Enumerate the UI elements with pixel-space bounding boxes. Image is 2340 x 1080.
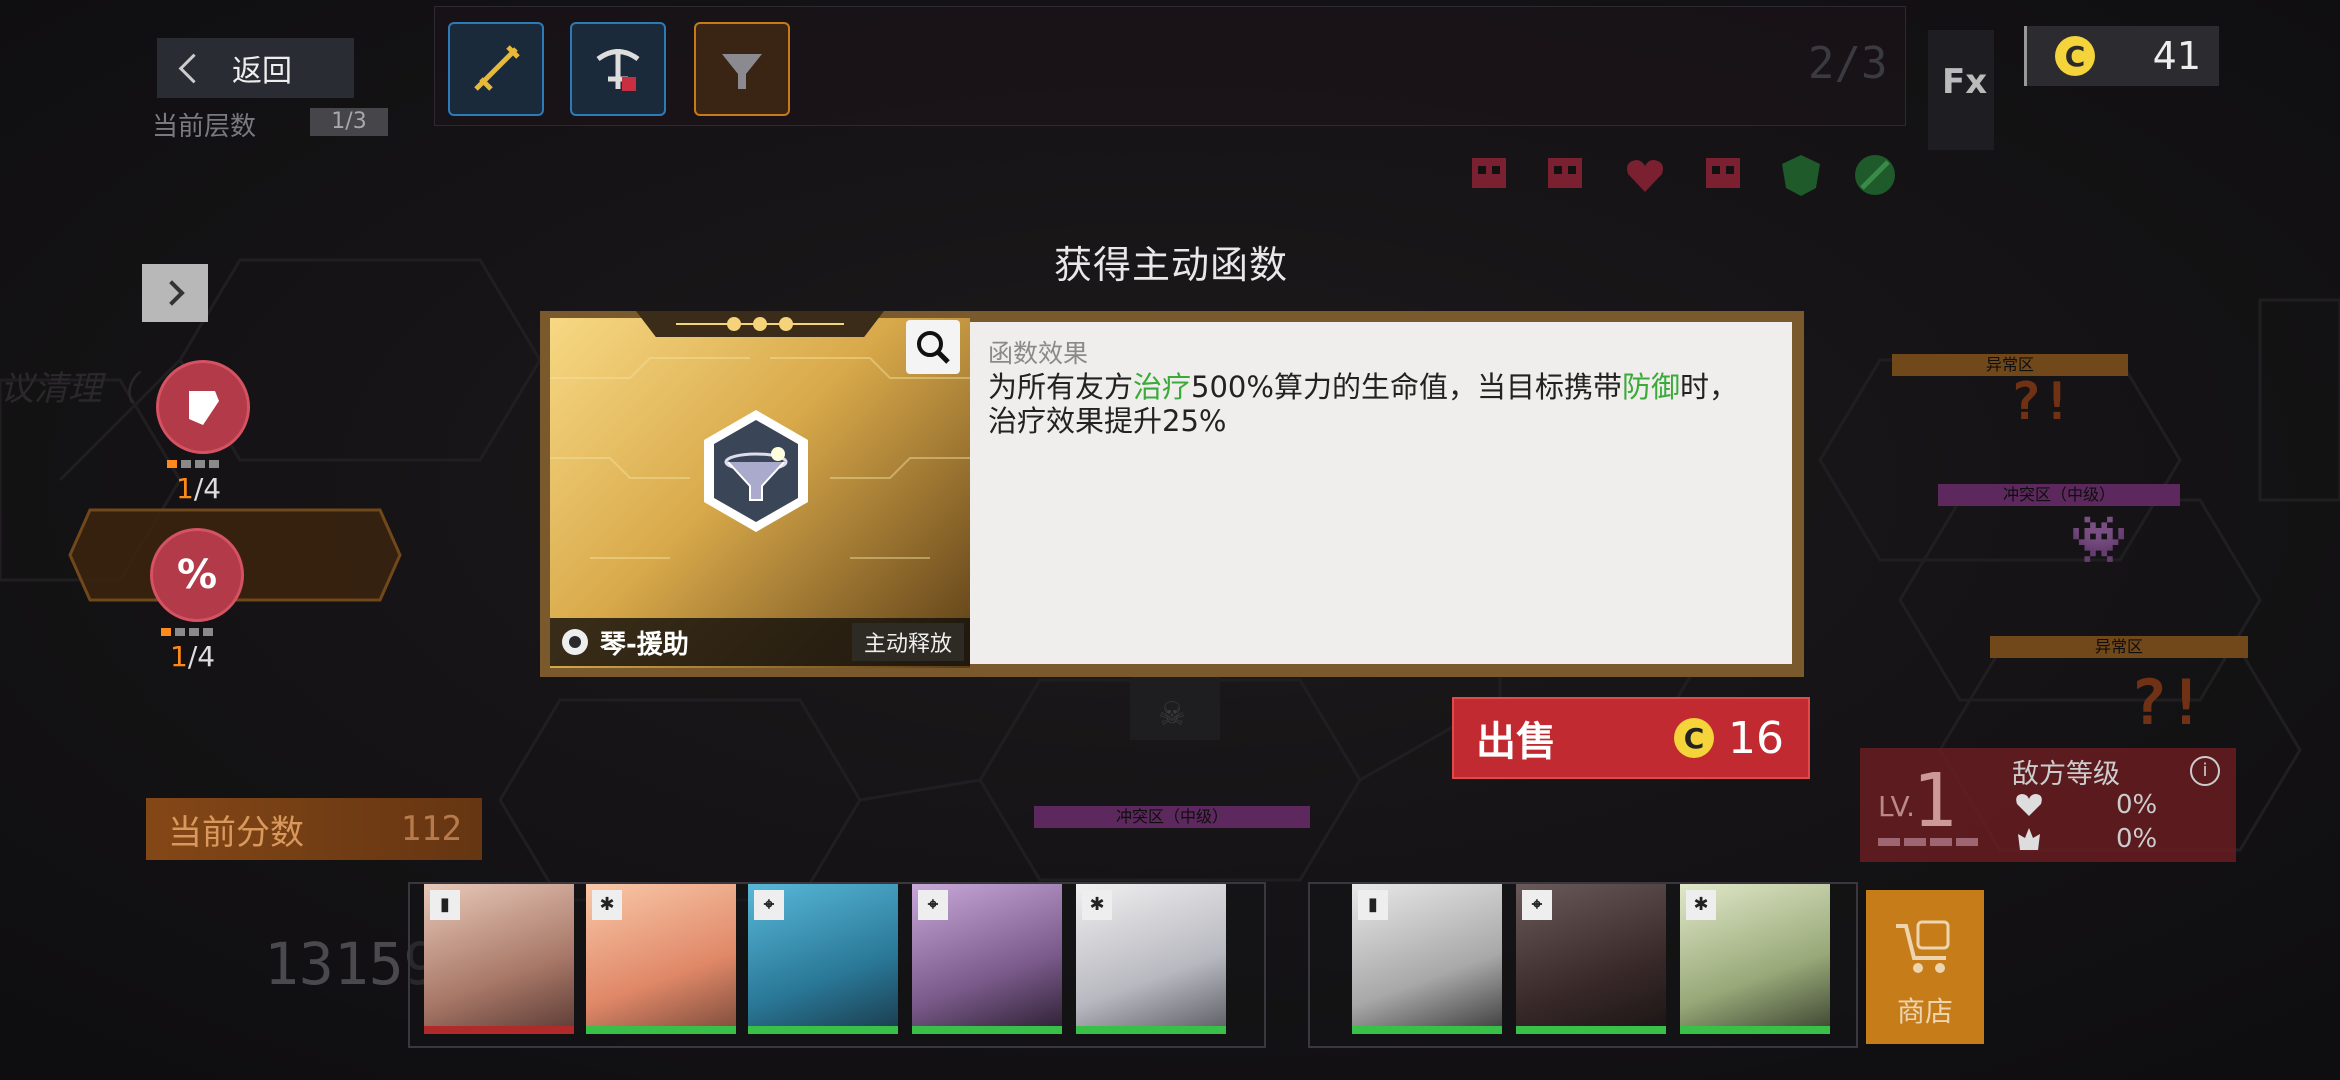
sniper-role-icon: ⌖	[754, 890, 784, 920]
hp-bar	[1680, 1026, 1830, 1034]
info-icon[interactable]: i	[2190, 756, 2220, 786]
expand-sidebar-button[interactable]	[142, 264, 208, 322]
inspect-button[interactable]	[906, 320, 960, 374]
team-member-4[interactable]: ⌖	[912, 884, 1062, 1034]
hp-bar	[912, 1026, 1062, 1034]
fx-label: Fx	[1942, 62, 1988, 102]
fx-button[interactable]: Fx	[1928, 30, 1994, 150]
team-member-2[interactable]: ✱	[586, 884, 736, 1034]
effect-description: 为所有友方治疗500%算力的生命值，当目标携带防御时， 治疗效果提升25%	[988, 370, 1738, 438]
guard-badge-icon	[189, 391, 219, 425]
score-label: 当前分数	[168, 812, 304, 853]
current-score-bar: 当前分数 112	[146, 798, 482, 860]
heart-icon	[2016, 794, 2042, 816]
enemy-atk-bonus: 0%	[2116, 824, 2158, 854]
sell-label: 出售	[1476, 719, 1556, 765]
enemy-level-title: 敌方等级	[2012, 759, 2120, 790]
hp-bar	[1352, 1026, 1502, 1034]
badge-guard[interactable]	[156, 360, 250, 454]
card-tab-dots	[676, 317, 844, 331]
hp-bar	[748, 1026, 898, 1034]
badge-percent-progress	[161, 628, 213, 636]
buff-skull-hp-icon	[1706, 158, 1740, 188]
sniper-role-icon: ⌖	[1522, 890, 1552, 920]
buff-heart-icon	[1627, 160, 1663, 192]
item-slot-crossbow[interactable]	[570, 22, 666, 116]
stage-progress: 2/3	[1808, 38, 1888, 89]
buff-skull-atk-icon	[1472, 158, 1506, 188]
search-icon	[917, 331, 950, 364]
badge-percent-count: 1/4	[170, 640, 216, 673]
badge-guard-progress	[167, 460, 219, 468]
hp-bar	[586, 1026, 736, 1034]
team-member-7[interactable]: ⌖	[1516, 884, 1666, 1034]
badge-percent[interactable]: %	[150, 528, 244, 622]
item-slot-sword[interactable]	[448, 22, 544, 116]
enemy-level-bars	[1878, 838, 1978, 846]
sell-price: 16	[1728, 712, 1784, 764]
dialog-title: 获得主动函数	[1054, 243, 1289, 287]
team-member-6[interactable]: ▮	[1352, 884, 1502, 1034]
sniper-role-icon: ⌖	[918, 890, 948, 920]
score-value: 112	[400, 809, 462, 849]
enemy-hp-bonus: 0%	[2116, 790, 2158, 820]
sword-icon	[474, 45, 520, 91]
buff-skull-def-icon	[1548, 158, 1582, 188]
card-tab	[636, 311, 884, 337]
chevron-right-icon	[159, 280, 185, 306]
defender-role-icon: ▮	[430, 890, 460, 920]
team-member-5[interactable]: ✱	[1076, 884, 1226, 1034]
team-member-8[interactable]: ✱	[1680, 884, 1830, 1034]
floor-label: 当前层数	[152, 112, 257, 142]
item-slot-funnel[interactable]	[694, 22, 790, 116]
support-funnel-icon	[704, 410, 808, 532]
crossbow-icon	[596, 49, 640, 91]
card-name-bar: 琴-援助 主动释放	[550, 618, 970, 666]
badge-guard-count: 1/4	[176, 472, 222, 505]
sell-button[interactable]: 出售 C 16	[1452, 697, 1810, 779]
card-name: 琴-援助	[600, 629, 689, 660]
shop-button[interactable]: 商店	[1866, 890, 1984, 1044]
effect-heading: 函数效果	[988, 339, 1089, 368]
support-role-icon: ✱	[1082, 890, 1112, 920]
flame-icon	[2018, 828, 2040, 850]
cart-icon	[1896, 920, 1950, 973]
buff-slash-icon	[1855, 155, 1895, 195]
percent-badge-icon: %	[176, 552, 218, 598]
defender-role-icon: ▮	[1358, 890, 1388, 920]
floor-value: 1/3	[310, 108, 388, 136]
card-type-tag: 主动释放	[851, 623, 964, 661]
buff-shield-icon	[1782, 155, 1820, 196]
support-role-icon: ✱	[1686, 890, 1716, 920]
hp-bar	[1076, 1026, 1226, 1034]
shop-label: 商店	[1896, 995, 1953, 1028]
hp-bar	[1516, 1026, 1666, 1034]
hp-bar	[424, 1026, 574, 1034]
enemy-lv-prefix: LV.	[1878, 790, 1915, 823]
coin-counter: C 41	[2024, 26, 2219, 86]
back-button[interactable]: 返回	[157, 38, 354, 98]
team-member-1[interactable]: ▮	[424, 884, 574, 1034]
operator-emblem-icon	[562, 629, 588, 655]
coin-value: 41	[2152, 34, 2201, 78]
support-role-icon: ✱	[592, 890, 622, 920]
chevron-left-icon	[178, 53, 209, 83]
funnel-icon	[722, 54, 762, 89]
team-member-3[interactable]: ⌖	[748, 884, 898, 1034]
enemy-level: 1	[1912, 758, 1957, 844]
coin-icon: C	[2055, 36, 2095, 76]
coin-icon: C	[1674, 718, 1714, 758]
back-label: 返回	[232, 54, 292, 89]
